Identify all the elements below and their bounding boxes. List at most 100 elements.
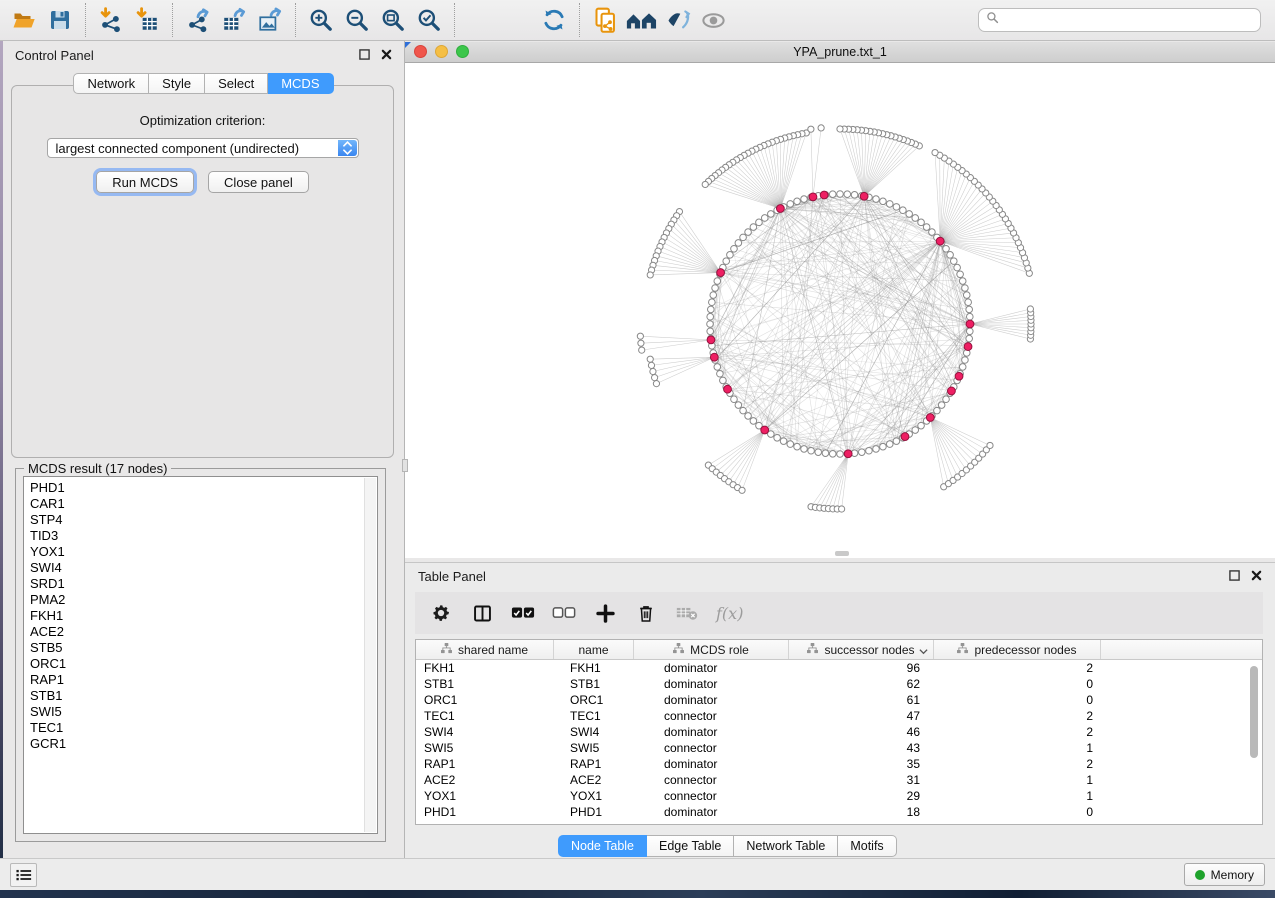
deselect-all-checkboxes-icon[interactable] (552, 601, 576, 625)
add-column-icon[interactable] (593, 601, 617, 625)
optimization-criterion-select[interactable]: largest connected component (undirected) (47, 138, 359, 158)
export-table-icon[interactable] (218, 3, 250, 37)
select-all-checkboxes-icon[interactable] (511, 601, 535, 625)
task-history-button[interactable] (10, 863, 37, 887)
column-header-MCDS-role[interactable]: MCDS role (634, 640, 789, 659)
column-header-shared-name[interactable]: shared name (416, 640, 554, 659)
table-row[interactable]: STB1STB1dominator620 (416, 676, 1262, 692)
memory-button[interactable]: Memory (1184, 863, 1265, 886)
mcds-result-item[interactable]: SWI5 (30, 704, 377, 720)
zoom-fit-icon[interactable] (377, 3, 409, 37)
sort-chevron-icon[interactable] (919, 644, 928, 658)
window-controls (414, 45, 469, 58)
network-window-titlebar[interactable]: YPA_prune.txt_1 (405, 42, 1275, 63)
table-row[interactable]: RAP1RAP1dominator352 (416, 756, 1262, 772)
network-window-title: YPA_prune.txt_1 (793, 45, 887, 59)
mcds-result-item[interactable]: PMA2 (30, 592, 377, 608)
mcds-result-listbox[interactable]: PHD1CAR1STP4TID3YOX1SWI4SRD1PMA2FKH1ACE2… (23, 476, 378, 834)
table-row[interactable]: SWI4SWI4dominator462 (416, 724, 1262, 740)
tab-edge-table[interactable]: Edge Table (647, 835, 734, 857)
home-icon[interactable] (625, 3, 657, 37)
main-toolbar (0, 0, 1275, 41)
toggle-columns-icon[interactable] (470, 601, 494, 625)
mcds-result-item[interactable]: YOX1 (30, 544, 377, 560)
export-network-icon[interactable] (182, 3, 214, 37)
table-row[interactable]: SWI5SWI5connector431 (416, 740, 1262, 756)
table-row[interactable]: YOX1YOX1connector291 (416, 788, 1262, 804)
float-table-panel-icon[interactable] (1229, 569, 1240, 584)
search-field[interactable] (978, 8, 1261, 32)
mcds-result-item[interactable]: SRD1 (30, 576, 377, 592)
node-table[interactable]: shared namenameMCDS rolesuccessor nodesp… (415, 639, 1263, 825)
mcds-result-item[interactable]: STB1 (30, 688, 377, 704)
mcds-result-item[interactable]: SWI4 (30, 560, 377, 576)
open-session-icon[interactable] (8, 3, 40, 37)
table-row[interactable]: ORC1ORC1dominator610 (416, 692, 1262, 708)
delete-column-icon[interactable] (634, 601, 658, 625)
column-header-filler (1101, 640, 1262, 659)
column-header-predecessor-nodes[interactable]: predecessor nodes (934, 640, 1101, 659)
zoom-selected-icon[interactable] (413, 3, 445, 37)
hide-view-icon[interactable] (661, 3, 693, 37)
table-row[interactable]: ACE2ACE2connector311 (416, 772, 1262, 788)
save-session-icon[interactable] (44, 3, 76, 37)
float-panel-icon[interactable] (359, 48, 370, 63)
table-vscrollbar-thumb[interactable] (1250, 666, 1258, 758)
mcds-result-item[interactable]: PHD1 (30, 480, 377, 496)
table-row[interactable]: PHD1PHD1dominator180 (416, 804, 1262, 820)
close-window-icon[interactable] (414, 45, 427, 58)
mcds-result-item[interactable]: CAR1 (30, 496, 377, 512)
canvas-hscrollbar[interactable] (835, 551, 849, 556)
import-network-icon[interactable] (95, 3, 127, 37)
mcds-list-scrollbar[interactable] (364, 478, 376, 832)
mcds-result-item[interactable]: GCR1 (30, 736, 377, 752)
mcds-result-title: MCDS result (17 nodes) (24, 461, 171, 476)
column-header-successor-nodes[interactable]: successor nodes (789, 640, 934, 659)
import-table-icon[interactable] (131, 3, 163, 37)
status-bar: Memory (0, 858, 1275, 890)
tab-node-table[interactable]: Node Table (558, 835, 647, 857)
search-input[interactable] (1004, 13, 1260, 27)
export-image-icon[interactable] (254, 3, 286, 37)
application-window: Control Panel NetworkStyleSelectMCDS Opt… (0, 0, 1275, 898)
network-graph[interactable] (405, 63, 1275, 558)
search-icon (986, 11, 999, 29)
column-header-name[interactable]: name (554, 640, 634, 659)
column-type-icon (673, 643, 684, 657)
table-row[interactable]: TEC1TEC1connector472 (416, 708, 1262, 724)
tab-network-table[interactable]: Network Table (734, 835, 838, 857)
mcds-result-item[interactable]: ORC1 (30, 656, 377, 672)
zoom-out-icon[interactable] (341, 3, 373, 37)
table-settings-gear-icon[interactable] (429, 601, 453, 625)
zoom-in-icon[interactable] (305, 3, 337, 37)
mcds-result-item[interactable]: STP4 (30, 512, 377, 528)
table-vscrollbar[interactable] (1248, 662, 1260, 820)
network-canvas[interactable] (405, 63, 1275, 558)
close-table-panel-icon[interactable] (1251, 569, 1262, 584)
minimize-window-icon[interactable] (435, 45, 448, 58)
tab-motifs[interactable]: Motifs (838, 835, 896, 857)
network-file-icon[interactable] (589, 3, 621, 37)
show-view-icon[interactable] (697, 3, 729, 37)
table-row[interactable]: FKH1FKH1dominator962 (416, 660, 1262, 676)
mcds-result-item[interactable]: TEC1 (30, 720, 377, 736)
tab-select[interactable]: Select (205, 73, 268, 94)
control-panel: Control Panel NetworkStyleSelectMCDS Opt… (3, 41, 405, 858)
mcds-result-item[interactable]: ACE2 (30, 624, 377, 640)
close-panel-button[interactable]: Close panel (208, 171, 309, 193)
mcds-result-item[interactable]: RAP1 (30, 672, 377, 688)
tab-mcds[interactable]: MCDS (268, 73, 333, 94)
close-panel-icon[interactable] (381, 48, 392, 63)
tab-style[interactable]: Style (149, 73, 205, 94)
apply-layout-icon[interactable] (538, 3, 570, 37)
split-divider-handle[interactable] (402, 459, 408, 472)
control-panel-title: Control Panel (15, 48, 94, 63)
run-mcds-button[interactable]: Run MCDS (96, 171, 194, 193)
table-panel-title: Table Panel (418, 569, 486, 584)
mcds-result-item[interactable]: STB5 (30, 640, 377, 656)
mcds-result-item[interactable]: TID3 (30, 528, 377, 544)
tab-network[interactable]: Network (73, 73, 149, 94)
workspace: YPA_prune.txt_1 Table Panel (405, 41, 1275, 858)
maximize-window-icon[interactable] (456, 45, 469, 58)
mcds-result-item[interactable]: FKH1 (30, 608, 377, 624)
